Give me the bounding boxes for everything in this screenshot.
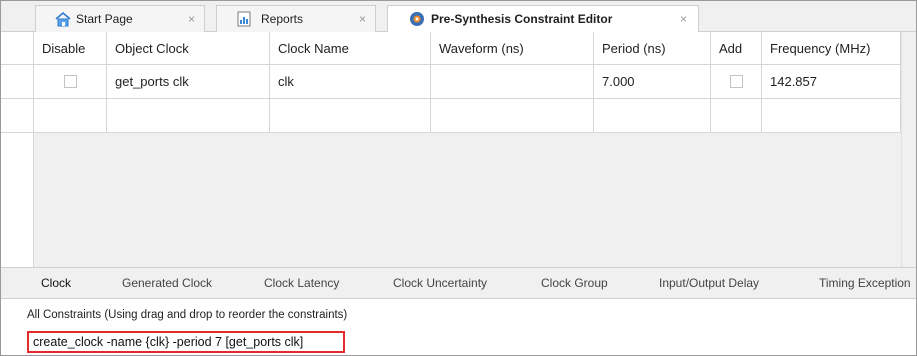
period-cell[interactable] [594, 99, 711, 133]
tab-pre-synthesis-constraint-editor[interactable]: Pre-Synthesis Constraint Editor × [387, 5, 699, 33]
object-clock-cell[interactable] [107, 99, 270, 133]
disable-cell[interactable] [34, 99, 107, 133]
row-header-corner [1, 32, 34, 65]
clock-constraint-grid: Disable Object Clock Clock Name Waveform… [1, 32, 916, 267]
grid-header-row: Disable Object Clock Clock Name Waveform… [1, 32, 901, 65]
all-constraints-panel: All Constraints (Using drag and drop to … [1, 299, 916, 355]
tab-clock-latency[interactable]: Clock Latency [264, 276, 339, 290]
column-header-disable[interactable]: Disable [34, 32, 107, 65]
add-cell[interactable] [711, 65, 762, 99]
tab-label: Start Page [76, 12, 133, 26]
tab-generated-clock[interactable]: Generated Clock [122, 276, 212, 290]
report-icon [237, 11, 251, 27]
grid-empty-area [34, 133, 901, 267]
frequency-cell[interactable]: 142.857 [762, 65, 901, 99]
grid-body: Disable Object Clock Clock Name Waveform… [1, 32, 901, 267]
tab-reports[interactable]: Reports × [216, 5, 376, 32]
waveform-cell[interactable] [431, 65, 594, 99]
column-header-object-clock[interactable]: Object Clock [107, 32, 270, 65]
tab-input-output-delay[interactable]: Input/Output Delay [659, 276, 759, 290]
all-constraints-title: All Constraints (Using drag and drop to … [27, 309, 348, 321]
constraint-command[interactable]: create_clock -name {clk} -period 7 [get_… [27, 331, 345, 353]
vertical-scrollbar[interactable] [901, 32, 916, 267]
period-cell[interactable]: 7.000 [594, 65, 711, 99]
tab-label: Pre-Synthesis Constraint Editor [431, 12, 613, 26]
row-header[interactable] [1, 65, 34, 99]
close-icon[interactable]: × [359, 12, 366, 26]
home-icon [55, 11, 71, 27]
close-icon[interactable]: × [680, 12, 687, 26]
tab-label: Reports [261, 12, 304, 26]
tab-start-page[interactable]: Start Page × [35, 5, 205, 32]
disable-checkbox[interactable] [63, 75, 77, 88]
close-icon[interactable]: × [188, 12, 195, 26]
constraint-editor-icon [410, 12, 424, 26]
tab-clock-uncertainty[interactable]: Clock Uncertainty [393, 276, 487, 290]
constraint-editor-window: Start Page × Reports × Pre-Synthesis Con… [0, 0, 917, 356]
row-header-column [1, 133, 34, 267]
column-header-frequency[interactable]: Frequency (MHz) [762, 32, 901, 65]
tab-clock-group[interactable]: Clock Group [541, 276, 608, 290]
add-cell[interactable] [711, 99, 762, 133]
row-header[interactable] [1, 99, 34, 133]
column-header-period[interactable]: Period (ns) [594, 32, 711, 65]
object-clock-cell[interactable]: get_ports clk [107, 65, 270, 99]
frequency-cell[interactable] [762, 99, 901, 133]
constraint-type-tabs: Clock Generated Clock Clock Latency Cloc… [1, 267, 916, 299]
disable-cell[interactable] [34, 65, 107, 99]
tab-timing-exception[interactable]: Timing Exception [819, 276, 911, 290]
document-tab-bar: Start Page × Reports × Pre-Synthesis Con… [1, 1, 916, 33]
table-row-empty[interactable] [1, 99, 901, 133]
column-header-clock-name[interactable]: Clock Name [270, 32, 431, 65]
column-header-add[interactable]: Add [711, 32, 762, 65]
tab-clock[interactable]: Clock [41, 276, 71, 290]
table-row[interactable]: get_ports clk clk 7.000 142.857 [1, 65, 901, 99]
clock-name-cell[interactable]: clk [270, 65, 431, 99]
waveform-cell[interactable] [431, 99, 594, 133]
add-checkbox[interactable] [729, 75, 743, 88]
clock-name-cell[interactable] [270, 99, 431, 133]
column-header-waveform[interactable]: Waveform (ns) [431, 32, 594, 65]
